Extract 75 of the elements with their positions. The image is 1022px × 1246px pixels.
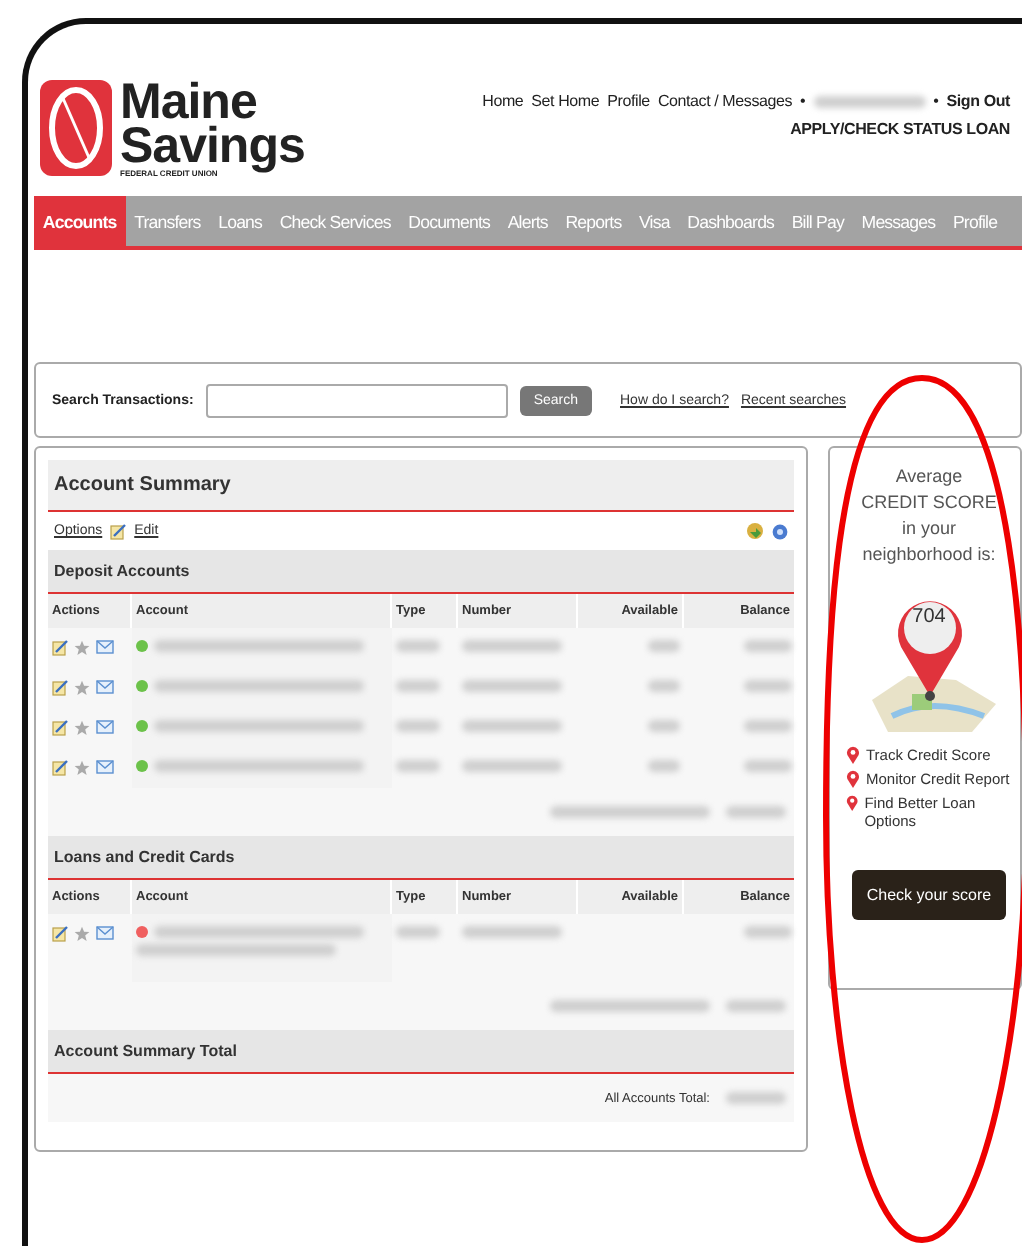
blurred-text — [726, 1092, 786, 1104]
credit-score: 704 — [910, 606, 948, 628]
top-link[interactable]: Set Home — [531, 92, 600, 110]
search-field[interactable] — [205, 383, 508, 417]
top-link[interactable]: Home — [482, 92, 524, 110]
blurred-text — [744, 640, 792, 652]
edit-icon[interactable] — [52, 640, 68, 656]
blurred-text — [462, 926, 562, 938]
edit-icon[interactable] — [52, 760, 68, 776]
blurred-text — [648, 680, 680, 692]
location-pin-icon — [846, 794, 859, 812]
blurred-text — [744, 720, 792, 732]
blurred-text — [744, 926, 792, 938]
top-link[interactable]: Contact / Messages — [657, 92, 793, 110]
nav-tab[interactable]: Alerts — [498, 196, 557, 246]
logo-text: Savings — [120, 124, 305, 168]
blurred-text — [726, 1000, 786, 1012]
star-icon[interactable] — [74, 760, 90, 776]
help-icon[interactable] — [772, 523, 788, 539]
section-title: Loans and Credit Cards — [48, 836, 794, 880]
location-pin-icon — [846, 770, 860, 788]
blurred-text — [744, 760, 792, 772]
panel-title: Account Summary — [48, 460, 794, 512]
edit-icon[interactable] — [52, 680, 68, 696]
nav-tab[interactable]: Loans — [209, 196, 271, 246]
logo-icon — [40, 80, 112, 176]
blurred-text — [462, 680, 562, 692]
mail-icon[interactable] — [96, 640, 114, 654]
blurred-text — [396, 926, 440, 938]
blurred-text — [648, 640, 680, 652]
nav-tab[interactable]: Dashboards — [678, 196, 783, 246]
blurred-text — [396, 680, 440, 692]
sign-out-link[interactable]: Sign Out — [946, 92, 1010, 110]
star-icon[interactable] — [74, 680, 90, 696]
apply-link[interactable]: APPLY/CHECK STATUS LOAN — [790, 120, 1010, 138]
blurred-text — [726, 806, 786, 818]
separator-dot: • — [933, 92, 939, 110]
check-score-button[interactable]: Check your score — [852, 870, 1006, 920]
section-title: Account Summary Total — [48, 1030, 794, 1074]
star-icon[interactable] — [74, 720, 90, 736]
blurred-text — [648, 720, 680, 732]
mail-icon[interactable] — [96, 760, 114, 774]
top-link[interactable]: Profile — [607, 92, 650, 110]
nav-tab[interactable]: Bill Pay — [782, 196, 853, 246]
blurred-text — [648, 760, 680, 772]
blurred-text — [462, 640, 562, 652]
export-icon[interactable] — [746, 522, 764, 540]
promo-text: Average CREDIT SCORE in your neighborhood is: — [861, 464, 997, 568]
section-title: Deposit Accounts — [48, 550, 794, 594]
nav-tab[interactable]: Reports — [556, 196, 631, 246]
logo-text: Maine — [120, 80, 257, 124]
nav-tab[interactable]: Accounts — [34, 196, 126, 246]
mail-icon[interactable] — [96, 680, 114, 694]
blurred-text — [396, 720, 440, 732]
nav-tab[interactable]: Documents — [399, 196, 499, 246]
nav-tab[interactable]: Transfers — [125, 196, 210, 246]
mail-icon[interactable] — [96, 926, 114, 940]
blurred-text — [462, 720, 562, 732]
edit-icon[interactable] — [52, 720, 68, 736]
location-pin-icon — [846, 746, 860, 764]
nav-tab[interactable]: Check Services — [270, 196, 400, 246]
separator-dot: • — [800, 92, 806, 110]
blurred-text — [396, 760, 440, 772]
edit-icon[interactable] — [110, 523, 127, 539]
blurred-text — [396, 640, 440, 652]
nav-tab[interactable]: Visa — [630, 196, 679, 246]
edit-icon[interactable] — [52, 926, 68, 942]
star-icon[interactable] — [74, 640, 90, 656]
nav-tab[interactable]: Profile — [944, 196, 1006, 246]
star-icon[interactable] — [74, 926, 90, 942]
mail-icon[interactable] — [96, 720, 114, 734]
blurred-text — [462, 760, 562, 772]
blurred-text — [813, 95, 926, 107]
blurred-text — [744, 680, 792, 692]
nav-tab[interactable]: Messages — [852, 196, 945, 246]
